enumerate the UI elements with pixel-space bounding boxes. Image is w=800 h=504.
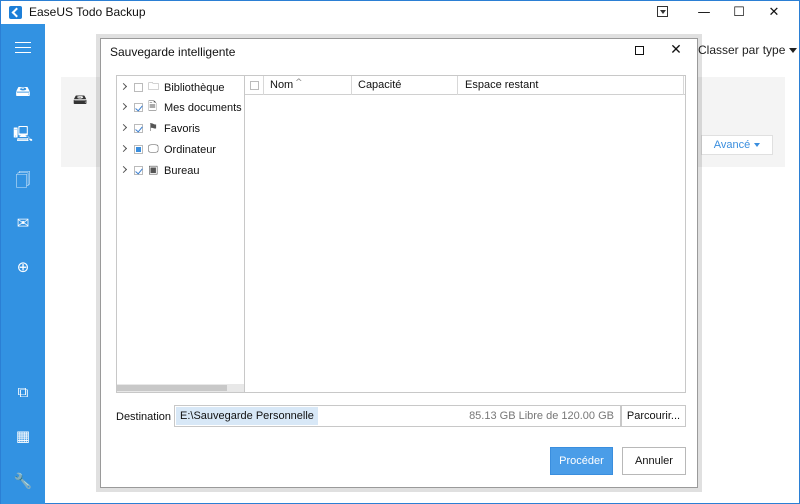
favorites-icon: ⚑ [148, 121, 158, 134]
column-capacity[interactable]: Capacité [352, 76, 458, 95]
browse-button[interactable]: Parcourir... [621, 405, 686, 427]
tree-item-label: Favoris [164, 123, 201, 135]
apps-icon[interactable]: ▦ [13, 426, 33, 446]
dialog-title: Sauvegarde intelligente [110, 45, 236, 59]
destination-path[interactable]: E:\Sauvegarde Personnelle [176, 407, 318, 425]
tree-item[interactable]: 🗎 Mes documents [117, 99, 244, 117]
select-all-checkbox[interactable] [250, 81, 259, 90]
clone-icon[interactable]: ⧉ [13, 382, 33, 402]
tree-checkbox[interactable] [134, 145, 143, 154]
select-all-cell [245, 76, 264, 95]
tree-item[interactable]: ⚑ Favoris [117, 120, 244, 138]
app-logo-icon [9, 6, 22, 19]
tree-checkbox[interactable] [134, 103, 143, 112]
caret-down-icon [789, 48, 798, 54]
column-name[interactable]: Nom ^ [264, 76, 352, 95]
tree-item-label: Ordinateur [164, 144, 216, 156]
desktop-icon: ▣ [148, 163, 159, 176]
tree-checkbox[interactable] [134, 124, 143, 133]
tree-item-label: Mes documents [164, 102, 242, 114]
expand-arrow-icon[interactable] [119, 82, 128, 91]
sort-asc-icon: ^ [295, 78, 303, 88]
title-bar: EaseUS Todo Backup — ☐ ✕ [1, 1, 799, 24]
tree-checkbox[interactable] [134, 166, 143, 175]
app-title: EaseUS Todo Backup [29, 5, 146, 19]
tree-item[interactable]: 🗀 Bibliothèque [117, 79, 244, 97]
column-remaining-label: Espace restant [465, 79, 539, 91]
system-backup-icon[interactable]: 🖳 [13, 124, 33, 144]
sidebar: 🖴 🖳 🗍 ✉ ⊕ ⧉ ▦ 🔧 [1, 24, 45, 504]
expand-arrow-icon[interactable] [119, 144, 128, 153]
minimize-button[interactable]: — [688, 1, 720, 24]
tree-item-label: Bibliothèque [164, 82, 225, 94]
cancel-button[interactable]: Annuler [622, 447, 686, 475]
expand-arrow-icon[interactable] [119, 123, 128, 132]
source-tree: 🗀 Bibliothèque 🗎 Mes documents ⚑ Favoris… [116, 75, 245, 393]
proceed-button[interactable]: Procéder [550, 447, 613, 475]
column-capacity-label: Capacité [358, 79, 402, 91]
dialog-maximize-button[interactable] [635, 46, 644, 55]
list-header: Nom ^ Capacité Espace restant [245, 76, 685, 95]
tree-item[interactable]: ▣ Bureau [117, 162, 244, 180]
file-list: Nom ^ Capacité Espace restant [245, 75, 686, 393]
mail-backup-icon[interactable]: ✉ [13, 213, 33, 233]
menu-icon[interactable] [15, 42, 31, 53]
title-menu-icon[interactable] [657, 6, 668, 17]
document-icon: 🗎 [148, 100, 157, 113]
expand-arrow-icon[interactable] [119, 102, 128, 111]
column-name-label: Nom [270, 79, 294, 91]
destination-label: Destination [116, 411, 172, 423]
dialog-close-button[interactable]: ✕ [667, 41, 685, 59]
advanced-button[interactable]: Avancé [701, 135, 773, 155]
maximize-button[interactable]: ☐ [723, 1, 755, 24]
column-remaining[interactable]: Espace restant [458, 76, 684, 95]
caret-down-icon [754, 143, 761, 148]
computer-icon: 🖵 [148, 142, 159, 155]
tree-horizontal-scrollbar[interactable] [117, 384, 244, 392]
expand-arrow-icon[interactable] [119, 165, 128, 174]
file-backup-icon[interactable]: 🗍 [13, 170, 33, 190]
disk-backup-icon[interactable]: 🖴 [13, 81, 33, 101]
smart-backup-dialog: Sauvegarde intelligente ✕ 🗀 Bibliothèque… [100, 38, 698, 488]
tree-item[interactable]: 🖵 Ordinateur [117, 141, 244, 159]
smart-backup-icon[interactable]: ⊕ [13, 257, 33, 277]
backup-task-icon: 🖴 [73, 92, 88, 108]
sort-dropdown[interactable]: Classer par type [698, 43, 798, 57]
tree-item-label: Bureau [164, 165, 200, 177]
tools-icon[interactable]: 🔧 [13, 471, 33, 491]
close-button[interactable]: ✕ [758, 1, 790, 24]
destination-free-space: 85.13 GB Libre de 120.00 GB [469, 410, 614, 422]
destination-field[interactable]: E:\Sauvegarde Personnelle 85.13 GB Libre… [174, 405, 621, 427]
folder-icon: 🗀 [148, 80, 159, 93]
scrollbar-thumb[interactable] [117, 385, 227, 391]
tree-checkbox[interactable] [134, 83, 143, 92]
